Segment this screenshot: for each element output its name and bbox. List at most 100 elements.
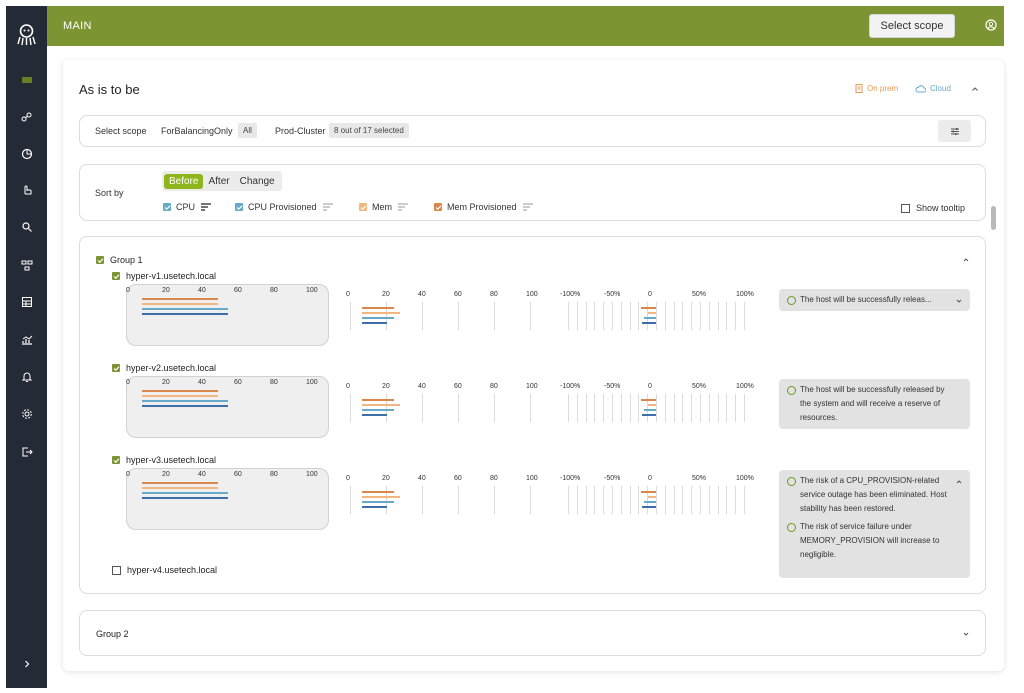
- host-checkbox[interactable]: [112, 456, 120, 464]
- scope-chip-selected[interactable]: 8 out of 17 selected: [329, 123, 409, 138]
- sidebar-item-analytics[interactable]: [6, 330, 47, 350]
- group-2-header[interactable]: Group 2: [96, 629, 129, 639]
- tick-label: 100: [526, 383, 538, 390]
- show-tooltip-label: Show tooltip: [916, 203, 966, 213]
- sidebar-item-nodes[interactable]: [6, 107, 47, 127]
- octopus-logo-icon[interactable]: [14, 22, 39, 47]
- tab-before[interactable]: Before: [164, 173, 204, 189]
- scrollbar[interactable]: [991, 206, 996, 230]
- tick-label: 100: [526, 475, 538, 482]
- message-text-2: The risk of service failure under MEMORY…: [800, 522, 940, 559]
- sidebar-item-settings[interactable]: [6, 404, 47, 424]
- host-checkbox[interactable]: [112, 364, 120, 372]
- checkbox-cpu[interactable]: [163, 203, 171, 211]
- host-message[interactable]: The risk of a CPU_PROVISION-related serv…: [779, 470, 970, 578]
- gridline: [700, 486, 701, 514]
- check-circle-icon: [787, 386, 796, 395]
- host-message[interactable]: The host will be successfully releas...: [779, 289, 970, 311]
- logout-icon: [22, 447, 33, 457]
- metric-mem-provisioned[interactable]: Mem Provisioned: [434, 202, 534, 212]
- metric-cpu-provisioned[interactable]: CPU Provisioned: [235, 202, 334, 212]
- sidebar-item-layers[interactable]: [6, 70, 47, 90]
- scope-chip-all[interactable]: All: [238, 123, 257, 138]
- tab-change[interactable]: Change: [235, 174, 280, 189]
- select-scope-button[interactable]: Select scope: [869, 14, 955, 38]
- analytics-icon: [21, 335, 32, 345]
- sidebar-item-pie[interactable]: [6, 144, 47, 164]
- metric-cpu[interactable]: CPU: [163, 202, 212, 212]
- gridline: [656, 486, 657, 514]
- sort-icon[interactable]: [397, 203, 409, 211]
- sidebar-item-network[interactable]: [6, 255, 47, 275]
- host-row-4[interactable]: hyper-v4.usetech.local: [112, 565, 217, 575]
- gridline: [620, 394, 622, 422]
- after-bar: [362, 322, 388, 324]
- group-1-panel: Group 1 hyper-v1.usetech.local 0 20 40 60 80 1…: [79, 236, 986, 594]
- sidebar-expand-button[interactable]: [6, 654, 47, 674]
- chevron-down-icon[interactable]: [962, 630, 970, 638]
- gridline: [673, 302, 675, 330]
- host-message[interactable]: The host will be successfully released b…: [779, 379, 970, 429]
- sort-panel: Sort by Before After Change CPU CPU Prov…: [79, 164, 986, 221]
- group-1-checkbox[interactable]: [96, 256, 104, 264]
- gridline: [458, 302, 459, 330]
- scope-label: Select scope: [95, 126, 147, 136]
- sort-desc-icon[interactable]: [200, 203, 212, 211]
- tick-label: 40: [198, 471, 206, 478]
- host-row-1[interactable]: hyper-v1.usetech.local: [112, 271, 216, 281]
- before-bar: [142, 492, 229, 494]
- tick-label: 80: [270, 287, 278, 294]
- host-row-2[interactable]: hyper-v2.usetech.local: [112, 363, 216, 373]
- tick-label: -50%: [604, 383, 621, 390]
- checkmark-icon: [164, 204, 170, 210]
- tick-label: 60: [454, 291, 462, 298]
- tick-label: 60: [454, 383, 462, 390]
- filter-button[interactable]: [938, 120, 971, 142]
- user-icon[interactable]: [985, 19, 997, 31]
- sidebar: [6, 6, 47, 688]
- sidebar-item-hand[interactable]: [6, 180, 47, 200]
- group-1-header[interactable]: Group 1: [96, 255, 143, 265]
- host-row-3[interactable]: hyper-v3.usetech.local: [112, 455, 216, 465]
- sort-tabs: Before After Change: [162, 171, 282, 191]
- check-circle-icon: [787, 477, 796, 486]
- sort-icon[interactable]: [322, 203, 334, 211]
- host-checkbox[interactable]: [112, 272, 120, 280]
- gridline: [585, 394, 587, 422]
- tab-after[interactable]: After: [203, 174, 234, 189]
- chevron-up-icon[interactable]: [962, 256, 970, 264]
- after-bar: [362, 317, 395, 319]
- gridline: [708, 486, 710, 514]
- sidebar-item-bell[interactable]: [6, 367, 47, 387]
- sort-icon[interactable]: [522, 203, 534, 211]
- sort-by-label: Sort by: [95, 188, 124, 198]
- after-bar: [362, 506, 388, 508]
- before-bar: [142, 497, 229, 499]
- checkbox-cpu-provisioned[interactable]: [235, 203, 243, 211]
- chevron-up-icon[interactable]: [970, 84, 980, 94]
- show-tooltip-checkbox[interactable]: [901, 203, 910, 213]
- metric-mem[interactable]: Mem: [359, 202, 409, 212]
- host-checkbox[interactable]: [112, 565, 121, 575]
- change-bar: [644, 501, 656, 503]
- network-icon: [21, 260, 32, 271]
- before-bar: [142, 395, 218, 397]
- sidebar-item-table[interactable]: [6, 292, 47, 312]
- gridline: [735, 302, 737, 330]
- checkbox-mem-provisioned[interactable]: [434, 203, 442, 211]
- before-chart: [126, 468, 329, 530]
- chevron-up-icon[interactable]: [955, 478, 963, 486]
- sidebar-item-logout[interactable]: [6, 442, 47, 462]
- sidebar-item-search[interactable]: [6, 217, 47, 237]
- show-tooltip-toggle[interactable]: Show tooltip: [901, 203, 965, 213]
- top-bar: MAIN Select scope: [47, 6, 1004, 46]
- chevron-down-icon[interactable]: [955, 297, 963, 305]
- scope-name-1: ForBalancingOnly: [161, 126, 233, 136]
- gridline: [708, 394, 710, 422]
- gridline: [691, 394, 693, 422]
- tick-label: -50%: [604, 291, 621, 298]
- gridline: [673, 486, 675, 514]
- after-bar: [362, 399, 395, 401]
- checkbox-mem[interactable]: [359, 203, 367, 211]
- checkmark-icon: [236, 204, 242, 210]
